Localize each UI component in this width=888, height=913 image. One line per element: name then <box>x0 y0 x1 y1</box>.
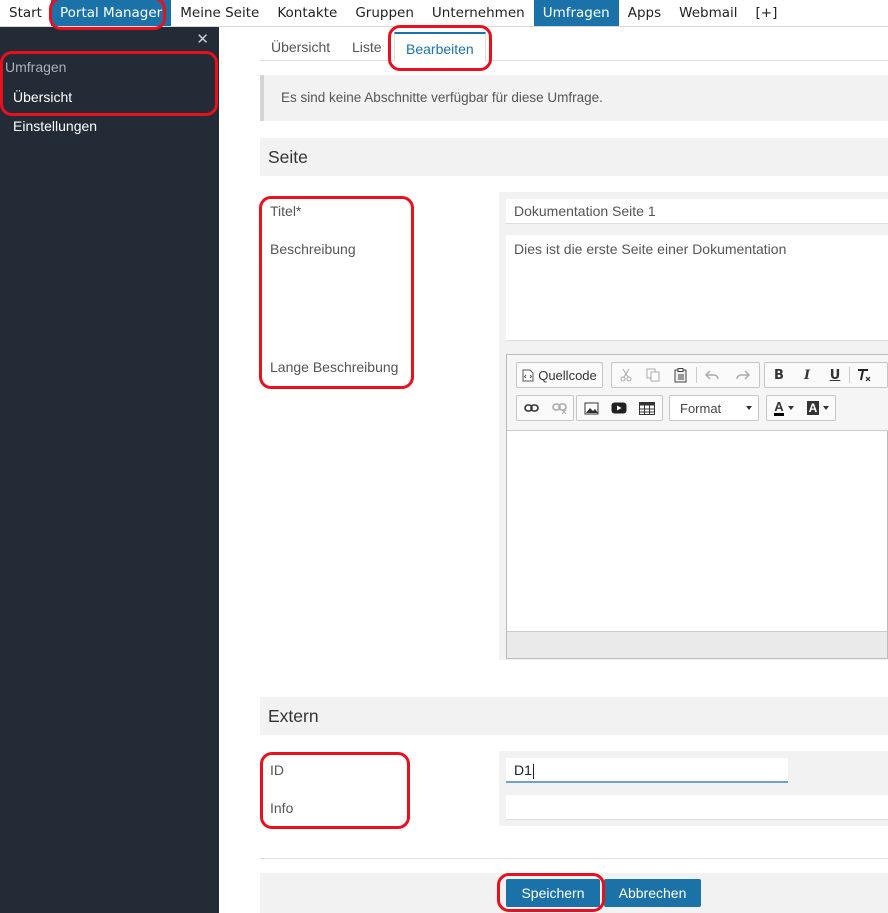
lange-beschreibung-editor: Quellcode B I U Format A A <box>506 354 888 659</box>
source-button-label: Quellcode <box>538 367 597 383</box>
lange-beschreibung-label: Lange Beschreibung <box>270 359 399 375</box>
form-divider <box>260 858 888 859</box>
nav-apps[interactable]: Apps <box>619 0 670 26</box>
titel-input[interactable]: Dokumentation Seite 1 <box>506 199 888 224</box>
nav-meine-seite[interactable]: Meine Seite <box>171 0 268 26</box>
remove-format-icon[interactable] <box>850 363 878 387</box>
nav-gruppen[interactable]: Gruppen <box>346 0 423 26</box>
id-input[interactable]: D1 <box>506 758 788 783</box>
redo-icon[interactable] <box>727 363 757 387</box>
youtube-icon[interactable] <box>605 396 633 420</box>
editor-group-clipboard <box>611 362 760 388</box>
background-color-icon[interactable]: A <box>801 396 835 420</box>
sidebar-item-einstellungen[interactable]: Einstellungen <box>13 118 97 134</box>
editor-toolbar: Quellcode B I U Format A A <box>507 355 888 431</box>
format-dropdown[interactable]: Format <box>669 395 759 421</box>
chevron-down-icon <box>787 406 794 410</box>
save-button[interactable]: Speichern <box>506 879 600 907</box>
editor-group-basicstyles: B I U <box>764 362 888 388</box>
info-input[interactable] <box>506 795 888 820</box>
close-icon[interactable]: ✕ <box>196 30 209 48</box>
titel-label: Titel* <box>270 203 302 219</box>
source-button[interactable]: Quellcode <box>517 363 602 387</box>
nav-add[interactable]: [+] <box>747 0 787 26</box>
editor-group-source: Quellcode <box>516 362 603 388</box>
chevron-down-icon <box>823 406 830 410</box>
editor-group-links <box>516 395 574 421</box>
bold-icon[interactable]: B <box>765 363 793 387</box>
undo-icon[interactable] <box>697 363 727 387</box>
editor-group-insert <box>576 395 663 421</box>
link-icon[interactable] <box>517 396 545 420</box>
unlink-icon[interactable] <box>545 396 573 420</box>
beschreibung-label: Beschreibung <box>270 241 356 257</box>
editor-content-area[interactable] <box>507 431 887 631</box>
italic-icon[interactable]: I <box>793 363 821 387</box>
editor-group-colors: A A <box>766 395 836 421</box>
nav-kontakte[interactable]: Kontakte <box>268 0 346 26</box>
tab-bearbeiten[interactable]: Bearbeiten <box>394 32 486 62</box>
nav-portal-manager[interactable]: Portal Manager <box>50 0 172 26</box>
nav-start[interactable]: Start <box>0 0 51 26</box>
cut-icon[interactable] <box>612 363 640 387</box>
format-dropdown-label: Format <box>680 400 722 416</box>
background-color-letter: A <box>806 401 820 415</box>
id-input-value: D1 <box>514 762 532 778</box>
cancel-button[interactable]: Abbrechen <box>604 879 701 907</box>
source-icon <box>522 369 534 381</box>
info-notice: Es sind keine Abschnitte verfügbar für d… <box>260 75 888 121</box>
editor-status-bar <box>507 631 887 658</box>
tab-liste[interactable]: Liste <box>352 39 382 55</box>
sidebar: ✕ Umfragen Übersicht Einstellungen <box>0 27 219 913</box>
id-label: ID <box>270 762 284 778</box>
section-heading-extern: Extern <box>260 697 888 735</box>
sidebar-item-uebersicht[interactable]: Übersicht <box>13 89 72 105</box>
underline-icon[interactable]: U <box>821 363 849 387</box>
info-label: Info <box>270 800 294 816</box>
tab-bar: Übersicht Liste Bearbeiten <box>260 27 888 62</box>
paste-text-icon[interactable] <box>666 363 696 387</box>
beschreibung-textarea[interactable]: Dies ist die erste Seite einer Dokumenta… <box>506 235 888 341</box>
text-color-icon[interactable]: A <box>767 396 801 420</box>
image-icon[interactable] <box>577 396 605 420</box>
table-icon[interactable] <box>633 396 661 420</box>
nav-umfragen[interactable]: Umfragen <box>533 0 619 26</box>
chevron-down-icon <box>746 406 752 410</box>
section-heading-seite: Seite <box>260 138 888 176</box>
nav-webmail[interactable]: Webmail <box>670 0 746 26</box>
text-color-letter: A <box>774 399 784 416</box>
text-cursor <box>532 763 534 779</box>
nav-unternehmen[interactable]: Unternehmen <box>423 0 534 26</box>
tab-uebersicht[interactable]: Übersicht <box>271 39 330 55</box>
copy-icon[interactable] <box>640 363 666 387</box>
sidebar-section-title: Umfragen <box>5 59 67 75</box>
top-navigation: Start Portal Manager Meine Seite Kontakt… <box>0 0 888 27</box>
